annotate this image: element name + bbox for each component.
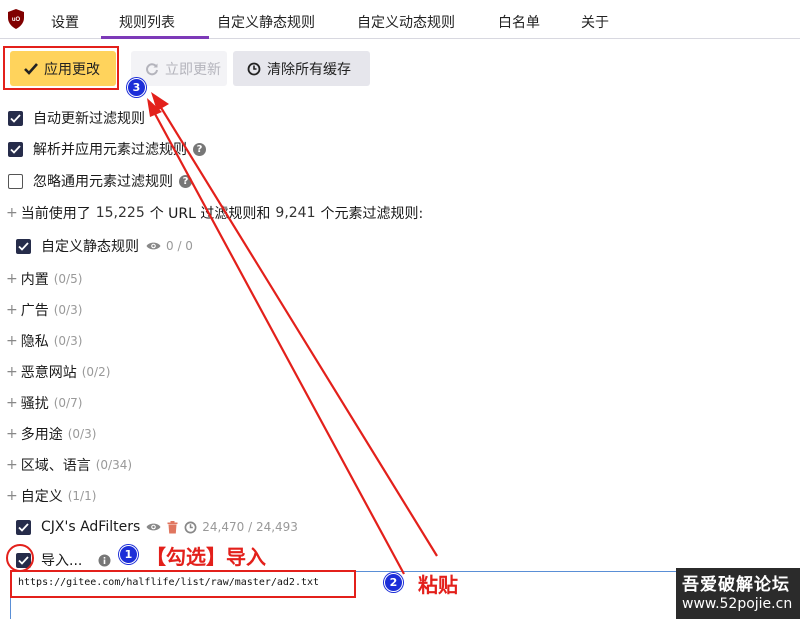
group-row[interactable]: + 隐私 (0/3) (6, 331, 82, 351)
clock-icon[interactable] (184, 521, 197, 534)
group-count: (0/3) (67, 427, 97, 441)
custom-list-label: CJX's AdFilters (41, 519, 141, 535)
custom-list-checkbox[interactable] (16, 519, 31, 535)
expand-icon[interactable]: + (6, 457, 18, 473)
annotation-url-box (10, 570, 356, 598)
tab-my-filters[interactable]: 自定义静态规则 (217, 12, 315, 32)
tab-about[interactable]: 关于 (581, 12, 609, 32)
stats-suffix: 个元素过滤规则: (320, 206, 424, 222)
group-count: (0/3) (53, 334, 83, 348)
stats-mid: 个 URL 过滤规则和 (149, 206, 271, 222)
my-filters-count: 0 / 0 (166, 239, 193, 253)
group-row[interactable]: + 广告 (0/3) (6, 300, 82, 320)
watermark-url: www.52pojie.cn (682, 596, 793, 612)
filter-stats: + 当前使用了 15,225 个 URL 过滤规则和 9,241 个元素过滤规则… (6, 203, 423, 223)
expand-icon[interactable]: + (6, 488, 18, 504)
parse-cosmetic-setting[interactable]: 解析并应用元素过滤规则 ? (8, 139, 206, 159)
tab-bar: uO 设置 规则列表 自定义静态规则 自定义动态规则 白名单 关于 (0, 0, 800, 39)
group-row[interactable]: + 内置 (0/5) (6, 269, 82, 289)
refresh-icon (145, 62, 159, 76)
expand-icon[interactable]: + (6, 271, 18, 287)
clock-icon (247, 62, 261, 76)
my-filters-checkbox[interactable] (16, 238, 31, 254)
eye-icon[interactable] (146, 522, 161, 532)
custom-list-count: 24,470 / 24,493 (202, 520, 298, 534)
import-label: 导入... (41, 553, 83, 569)
step-1-badge: 1 (119, 545, 138, 564)
group-label: 隐私 (20, 334, 49, 350)
group-count: (0/5) (53, 272, 83, 286)
group-count: (0/34) (95, 458, 133, 472)
expand-icon[interactable]: + (6, 426, 18, 442)
tab-whitelist[interactable]: 白名单 (498, 12, 540, 32)
custom-filter-list[interactable]: CJX's AdFilters 24,470 / 24,493 (16, 519, 298, 535)
group-label: 区域、语言 (20, 458, 91, 474)
parse-cosmetic-checkbox[interactable] (8, 141, 23, 157)
group-label: 广告 (20, 303, 49, 319)
ignore-generic-setting[interactable]: 忽略通用元素过滤规则 ? (8, 171, 192, 191)
trash-icon[interactable] (167, 520, 178, 534)
url-filter-count: 15,225 (95, 205, 145, 221)
help-icon[interactable]: ? (179, 174, 192, 188)
tab-filter-lists[interactable]: 规则列表 (119, 12, 175, 32)
group-count: (0/3) (53, 303, 83, 317)
group-label: 骚扰 (20, 396, 49, 412)
group-row[interactable]: + 多用途 (0/3) (6, 424, 96, 444)
auto-update-setting[interactable]: 自动更新过滤规则 (8, 108, 145, 128)
auto-update-label: 自动更新过滤规则 (33, 111, 145, 127)
group-count: (0/2) (81, 365, 111, 379)
purge-all-caches-button[interactable]: 清除所有缓存 (233, 51, 370, 86)
update-now-label: 立即更新 (165, 61, 221, 78)
annotation-paste-text: 粘贴 (418, 573, 458, 597)
parse-cosmetic-label: 解析并应用元素过滤规则 (33, 142, 187, 158)
annotation-check-import-text: 【勾选】导入 (146, 545, 266, 569)
watermark: 吾爱破解论坛 www.52pojie.cn (676, 568, 800, 619)
group-count: (1/1) (67, 489, 97, 503)
group-label: 自定义 (20, 489, 63, 505)
eye-icon[interactable] (146, 241, 161, 251)
expand-icon[interactable]: + (6, 364, 18, 380)
stats-prefix: 当前使用了 (20, 206, 91, 222)
cosmetic-filter-count: 9,241 (275, 205, 316, 221)
group-count: (0/7) (53, 396, 83, 410)
group-label: 内置 (20, 272, 49, 288)
active-tab-indicator (101, 36, 209, 39)
update-now-button[interactable]: 立即更新 (131, 51, 227, 86)
group-label: 恶意网站 (20, 365, 77, 381)
svg-text:uO: uO (12, 17, 21, 23)
group-row[interactable]: + 自定义 (1/1) (6, 486, 96, 506)
my-filters-list[interactable]: 自定义静态规则 0 / 0 (16, 236, 193, 256)
ignore-generic-label: 忽略通用元素过滤规则 (33, 174, 173, 190)
expand-icon[interactable]: + (6, 205, 18, 221)
ublock-logo-icon: uO (8, 9, 24, 29)
annotation-apply-box (3, 46, 119, 90)
tab-my-rules[interactable]: 自定义动态规则 (357, 12, 455, 32)
group-label: 多用途 (20, 427, 63, 443)
auto-update-checkbox[interactable] (8, 110, 23, 126)
step-3-badge: 3 (127, 78, 146, 97)
tab-settings[interactable]: 设置 (51, 12, 79, 32)
group-row[interactable]: + 骚扰 (0/7) (6, 393, 82, 413)
info-icon[interactable] (98, 554, 111, 567)
group-row[interactable]: + 区域、语言 (0/34) (6, 455, 132, 475)
watermark-title: 吾爱破解论坛 (682, 575, 790, 595)
step-2-badge: 2 (384, 573, 403, 592)
expand-icon[interactable]: + (6, 302, 18, 318)
expand-icon[interactable]: + (6, 395, 18, 411)
annotation-import-circle (6, 544, 34, 572)
help-icon[interactable]: ? (193, 142, 206, 156)
my-filters-label: 自定义静态规则 (41, 239, 139, 255)
purge-all-caches-label: 清除所有缓存 (267, 61, 351, 78)
ignore-generic-checkbox[interactable] (8, 173, 23, 189)
expand-icon[interactable]: + (6, 333, 18, 349)
group-row[interactable]: + 恶意网站 (0/2) (6, 362, 110, 382)
